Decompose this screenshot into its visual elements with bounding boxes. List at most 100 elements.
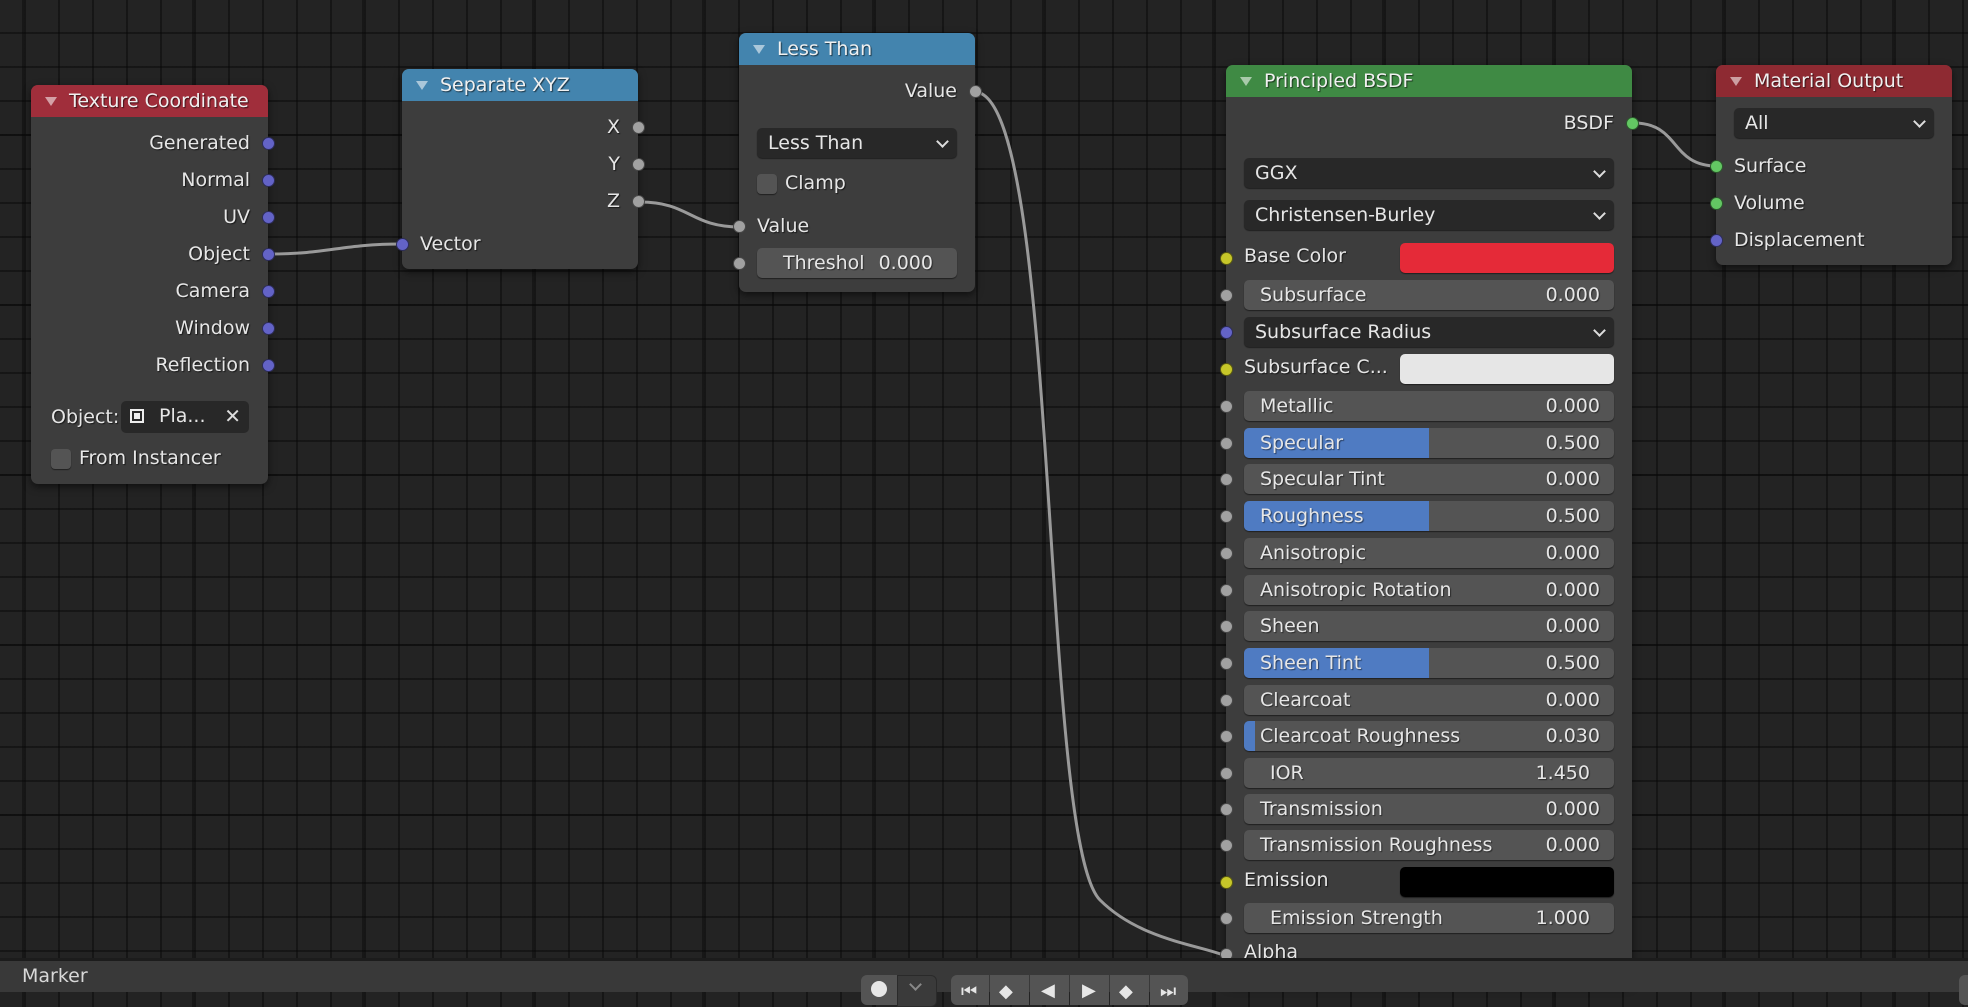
socket-vector[interactable] (396, 238, 409, 251)
socket-generated[interactable] (262, 137, 275, 150)
sheen-tint-slider[interactable]: Sheen Tint 0.500 (1244, 648, 1614, 678)
jump-to-end-button[interactable]: ⏭ (1150, 975, 1188, 1005)
link-value-to-alpha[interactable] (975, 90, 1227, 958)
socket-base-color[interactable] (1220, 252, 1233, 265)
specular-tint-slider[interactable]: Specular Tint 0.000 (1244, 464, 1614, 494)
socket-specular[interactable] (1220, 437, 1233, 450)
transmission-slider[interactable]: Transmission 0.000 (1244, 794, 1614, 824)
socket-threshold[interactable] (733, 257, 746, 270)
socket-clearcoat[interactable] (1220, 694, 1233, 707)
node-principled-bsdf[interactable]: Principled BSDF BSDF GGX Christensen-Bur… (1220, 65, 1639, 985)
node-material-output[interactable]: Material Output All Surface Volume Displ… (1710, 65, 1952, 265)
record-button[interactable] (861, 975, 897, 1005)
anisotropic-rotation-slider[interactable]: Anisotropic Rotation 0.000 (1244, 575, 1614, 605)
metallic-slider[interactable]: Metallic 0.000 (1244, 391, 1614, 421)
node-less-than[interactable]: Less Than Value Less Than Clamp Value Th… (733, 33, 982, 292)
socket-object[interactable] (262, 248, 275, 261)
jump-to-next-keyframe-button[interactable]: ◆ (1110, 975, 1149, 1005)
node-editor-canvas[interactable]: Texture Coordinate Generated Normal UV O… (0, 0, 1968, 985)
socket-subsurface-radius[interactable] (1220, 326, 1233, 339)
clearcoat-slider[interactable]: Clearcoat 0.000 (1244, 685, 1614, 715)
jump-to-prev-keyframe-button[interactable]: ◆ (990, 975, 1029, 1005)
link-bsdf-to-surface[interactable] (1633, 121, 1718, 168)
dropdown-value: All (1745, 112, 1769, 134)
socket-emission-strength[interactable] (1220, 912, 1233, 925)
transmission-roughness-slider[interactable]: Transmission Roughness 0.000 (1244, 830, 1614, 860)
frame-field-edge[interactable] (1959, 975, 1968, 1005)
socket-window[interactable] (262, 322, 275, 335)
socket-reflection[interactable] (262, 359, 275, 372)
socket-sheen[interactable] (1220, 620, 1233, 633)
node-texture-coordinate[interactable]: Texture Coordinate Generated Normal UV O… (31, 85, 275, 484)
emission-strength-field[interactable]: Emission Strength 1.000 (1244, 903, 1614, 933)
socket-transmission[interactable] (1220, 803, 1233, 816)
socket-ior[interactable] (1220, 767, 1233, 780)
socket-roughness[interactable] (1220, 510, 1233, 523)
socket-surface[interactable] (1710, 160, 1723, 173)
collapse-triangle-icon[interactable] (45, 96, 57, 106)
socket-camera[interactable] (262, 285, 275, 298)
distribution-dropdown[interactable]: GGX (1244, 158, 1614, 188)
operation-dropdown[interactable]: Less Than (757, 128, 957, 158)
node-header[interactable]: Principled BSDF (1226, 65, 1632, 97)
socket-subsurface-color[interactable] (1220, 363, 1233, 376)
jump-to-start-button[interactable]: ⏮ (951, 975, 989, 1005)
socket-y[interactable] (632, 158, 645, 171)
socket-emission[interactable] (1220, 876, 1233, 889)
base-color-swatch[interactable] (1400, 243, 1614, 273)
clear-x-icon[interactable]: ✕ (224, 404, 241, 428)
node-header[interactable]: Less Than (739, 33, 975, 65)
node-header[interactable]: Material Output (1716, 65, 1952, 97)
keying-dropdown[interactable] (897, 975, 937, 1007)
socket-value-out[interactable] (969, 85, 982, 98)
node-separate-xyz[interactable]: Separate XYZ X Y Z Vector (396, 69, 645, 269)
from-instancer-checkbox[interactable] (51, 449, 71, 469)
marker-menu[interactable]: Marker (22, 965, 88, 987)
output-window: Window (31, 313, 268, 343)
input-vector: Vector (402, 229, 638, 259)
link-z-to-value[interactable] (639, 200, 741, 229)
specular-slider[interactable]: Specular 0.500 (1244, 428, 1614, 458)
socket-subsurface[interactable] (1220, 289, 1233, 302)
socket-label: Object (188, 243, 250, 265)
socket-bsdf[interactable] (1626, 117, 1639, 130)
socket-x[interactable] (632, 121, 645, 134)
link-object-to-vector[interactable] (268, 242, 403, 256)
socket-normal[interactable] (262, 174, 275, 187)
subsurface-slider[interactable]: Subsurface 0.000 (1244, 280, 1614, 310)
target-dropdown[interactable]: All (1734, 108, 1934, 138)
collapse-triangle-icon[interactable] (416, 80, 428, 90)
ior-field[interactable]: IOR 1.450 (1244, 758, 1614, 788)
socket-transmission-roughness[interactable] (1220, 839, 1233, 852)
clearcoat-roughness-slider[interactable]: Clearcoat Roughness 0.030 (1244, 721, 1614, 751)
roughness-slider[interactable]: Roughness 0.500 (1244, 501, 1614, 531)
play-reverse-button[interactable]: ◀ (1030, 975, 1069, 1005)
field-label: Roughness (1260, 505, 1364, 527)
play-button[interactable]: ▶ (1070, 975, 1109, 1005)
socket-metallic[interactable] (1220, 400, 1233, 413)
clamp-checkbox[interactable] (757, 174, 777, 194)
anisotropic-slider[interactable]: Anisotropic 0.000 (1244, 538, 1614, 568)
subsurface-color-swatch[interactable] (1400, 354, 1614, 384)
sheen-slider[interactable]: Sheen 0.000 (1244, 611, 1614, 641)
socket-volume[interactable] (1710, 197, 1723, 210)
collapse-triangle-icon[interactable] (753, 44, 765, 54)
collapse-triangle-icon[interactable] (1240, 76, 1252, 86)
socket-sheen-tint[interactable] (1220, 657, 1233, 670)
socket-anisotropic[interactable] (1220, 547, 1233, 560)
node-header[interactable]: Separate XYZ (402, 69, 638, 101)
object-field[interactable]: Pla... ✕ (121, 401, 249, 433)
threshold-field[interactable]: Threshol 0.000 (757, 248, 957, 278)
socket-uv[interactable] (262, 211, 275, 224)
socket-clearcoat-roughness[interactable] (1220, 730, 1233, 743)
socket-displacement[interactable] (1710, 234, 1723, 247)
socket-z[interactable] (632, 195, 645, 208)
subsurface-method-dropdown[interactable]: Christensen-Burley (1244, 200, 1614, 230)
subsurface-radius-dropdown[interactable]: Subsurface Radius (1244, 317, 1614, 347)
socket-specular-tint[interactable] (1220, 473, 1233, 486)
socket-anisotropic-rotation[interactable] (1220, 584, 1233, 597)
socket-value-in[interactable] (733, 220, 746, 233)
node-header[interactable]: Texture Coordinate (31, 85, 268, 117)
emission-color-swatch[interactable] (1400, 867, 1614, 897)
collapse-triangle-icon[interactable] (1730, 76, 1742, 86)
